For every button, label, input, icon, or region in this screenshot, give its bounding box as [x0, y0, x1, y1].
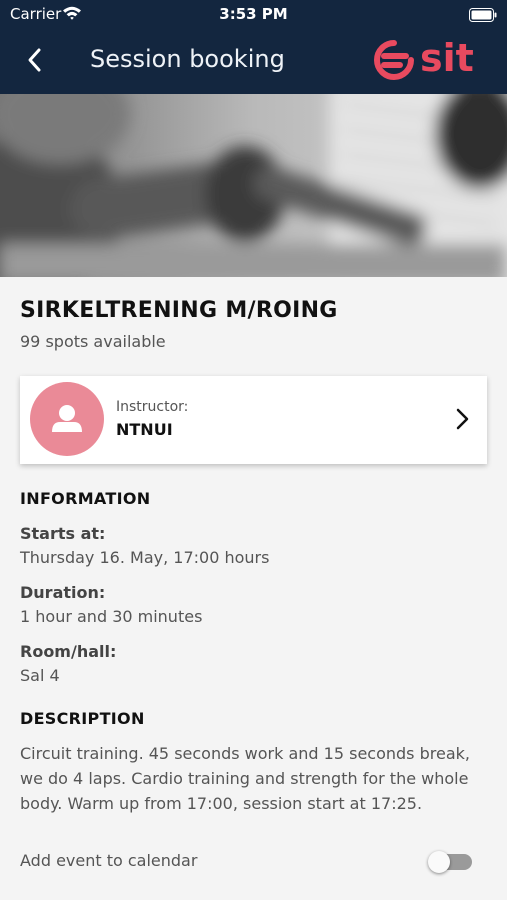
- spots-available: 99 spots available: [20, 332, 166, 351]
- logo-text: sit: [420, 36, 474, 80]
- duration-value: 1 hour and 30 minutes: [20, 607, 203, 626]
- session-title: SIRKELTRENING M/ROING: [20, 298, 338, 323]
- add-to-calendar-toggle[interactable]: [428, 851, 472, 873]
- back-button[interactable]: [18, 42, 54, 78]
- page-title: Session booking: [90, 45, 285, 73]
- duration-label: Duration:: [20, 583, 106, 602]
- status-time: 3:53 PM: [219, 5, 288, 23]
- status-bar: Carrier 3:53 PM: [0, 0, 507, 28]
- dumbbell-photo: [0, 94, 507, 277]
- person-icon: [52, 405, 82, 432]
- toggle-knob: [428, 851, 450, 873]
- sit-logo-icon: [374, 40, 414, 80]
- battery-icon: [469, 7, 497, 26]
- room-value: Sal 4: [20, 666, 60, 685]
- instructor-label: Instructor:: [116, 399, 189, 415]
- instructor-card[interactable]: Instructor: NTNUI: [20, 376, 487, 464]
- chevron-left-icon: [28, 48, 41, 72]
- instructor-name: NTNUI: [116, 420, 173, 439]
- starts-value: Thursday 16. May, 17:00 hours: [20, 548, 270, 567]
- sit-logo: sit: [374, 36, 484, 82]
- starts-label: Starts at:: [20, 524, 106, 543]
- chevron-right-icon: [456, 408, 469, 430]
- add-to-calendar-label: Add event to calendar: [20, 851, 198, 870]
- nav-bar: Session booking sit: [0, 28, 507, 94]
- room-label: Room/hall:: [20, 642, 117, 661]
- information-heading: INFORMATION: [20, 489, 151, 508]
- session-hero-image: [0, 94, 507, 277]
- description-heading: DESCRIPTION: [20, 709, 145, 728]
- avatar: [30, 382, 104, 456]
- description-text: Circuit training. 45 seconds work and 15…: [20, 744, 470, 813]
